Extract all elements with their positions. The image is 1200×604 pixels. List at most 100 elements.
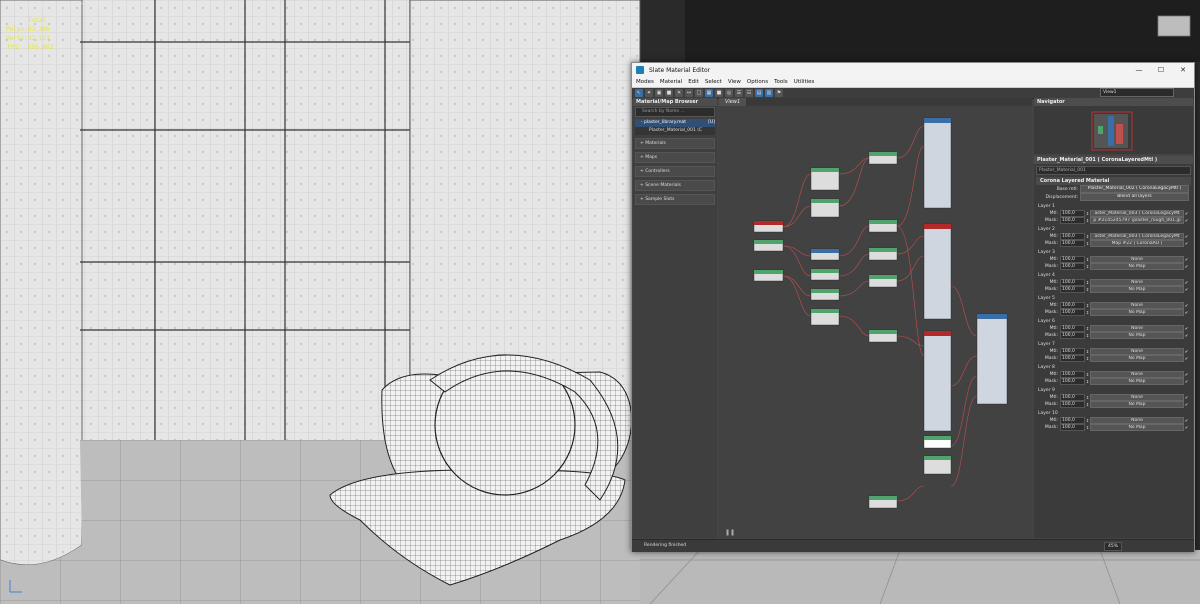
library-row[interactable]: - plaster_library.mat [U] <box>635 119 715 127</box>
hide-unused-icon[interactable]: □ <box>695 89 703 97</box>
layer-mtl-amount-input[interactable]: 100,0 <box>1060 348 1085 355</box>
layer-mask-amount-input[interactable]: 100,0 <box>1060 424 1085 431</box>
layer-mask-button[interactable]: No Map <box>1090 355 1184 362</box>
layer-mask-button[interactable]: Map #22 ( CoronaAO ) <box>1090 240 1184 247</box>
layer-mtl-amount-input[interactable]: 100,0 <box>1060 394 1085 401</box>
layer-mtl-amount-input[interactable]: 100,0 <box>1060 371 1085 378</box>
layer-mask-amount-input[interactable]: 100,0 <box>1060 332 1085 339</box>
layer-mask-amount-input[interactable]: 100,0 <box>1060 378 1085 385</box>
layer-mtl-checkbox[interactable]: ✔ <box>1184 326 1189 331</box>
layer-mtl-button[interactable]: None <box>1090 348 1184 355</box>
rollout-corona-layered[interactable]: Corona Layered Material <box>1036 177 1191 185</box>
layer-mask-amount-input[interactable]: 100,0 <box>1060 217 1085 224</box>
delete-icon[interactable]: ✕ <box>675 89 683 97</box>
navigator-minimap[interactable] <box>1034 106 1193 154</box>
layer-mask-checkbox[interactable]: ✔ <box>1184 333 1189 338</box>
layer-mtl-button[interactable]: aster_Material_003 ( CoronaLegacyMt <box>1090 233 1184 240</box>
layer-mask-button[interactable]: No Map <box>1090 332 1184 339</box>
layer-mtl-amount-input[interactable]: 100,0 <box>1060 233 1085 240</box>
layer-mask-checkbox[interactable]: ✔ <box>1184 356 1189 361</box>
assign-material-icon[interactable]: ■ <box>665 89 673 97</box>
layer-mask-amount-input[interactable]: 100,0 <box>1060 286 1085 293</box>
menu-edit[interactable]: Edit <box>688 79 699 85</box>
layer-mask-checkbox[interactable]: ✔ <box>1184 425 1189 430</box>
library-item[interactable]: Plaster_Material_001 (C <box>635 127 715 135</box>
layer-mask-amount-input[interactable]: 100,0 <box>1060 401 1085 408</box>
move-children-icon[interactable]: ↔ <box>685 89 693 97</box>
close-button[interactable]: ✕ <box>1172 66 1194 74</box>
select-tool-icon[interactable]: ↖ <box>635 89 643 97</box>
layer-mtl-amount-input[interactable]: 100,0 <box>1060 302 1085 309</box>
browser-search-input[interactable]: Search by Name ... <box>635 107 715 117</box>
layer-mask-checkbox[interactable]: ✔ <box>1184 218 1189 223</box>
layer-mtl-checkbox[interactable]: ✔ <box>1184 280 1189 285</box>
tab-view1[interactable]: View1 <box>719 98 747 106</box>
viewport-label[interactable]: [+] [Perspective] [Standard] [Edged Face… <box>4 2 133 9</box>
layer-mtl-button[interactable]: None <box>1090 371 1184 378</box>
section-materials[interactable]: + Materials <box>635 138 715 149</box>
layer-mtl-checkbox[interactable]: ✔ <box>1184 303 1189 308</box>
layer-mtl-amount-input[interactable]: 100,0 <box>1060 325 1085 332</box>
layer-mtl-checkbox[interactable]: ✔ <box>1184 257 1189 262</box>
layer-mask-button[interactable]: No Map <box>1090 424 1184 431</box>
browser-toggle-icon[interactable]: ▤ <box>755 89 763 97</box>
layer-mask-checkbox[interactable]: ✔ <box>1184 310 1189 315</box>
layer-mtl-button[interactable]: None <box>1090 302 1184 309</box>
layer-mtl-amount-input[interactable]: 100,0 <box>1060 279 1085 286</box>
layout-all-icon[interactable]: ☰ <box>735 89 743 97</box>
pick-material-icon[interactable]: ✦ <box>645 89 653 97</box>
put-material-icon[interactable]: ▣ <box>655 89 663 97</box>
menu-view[interactable]: View <box>728 79 741 85</box>
section-sample-slots[interactable]: + Sample Slots <box>635 194 715 205</box>
material-name-field[interactable]: Plaster_Material_001 <box>1036 166 1191 175</box>
layer-mtl-button[interactable]: None <box>1090 256 1184 263</box>
displacement-dropdown[interactable]: Blend all layers <box>1080 193 1189 201</box>
layer-mtl-button[interactable]: None <box>1090 325 1184 332</box>
layer-mtl-button[interactable]: None <box>1090 279 1184 286</box>
minimize-button[interactable]: — <box>1128 66 1150 74</box>
layer-mask-button[interactable]: No Map <box>1090 309 1184 316</box>
layer-mtl-checkbox[interactable]: ✔ <box>1184 372 1189 377</box>
layer-mask-button[interactable]: p #2145245797 (plaster_rough_001.jp <box>1090 217 1184 224</box>
node-graph[interactable]: ❚❚ <box>719 106 1032 538</box>
menu-material[interactable]: Material <box>660 79 682 85</box>
base-mtl-button[interactable]: Plaster_Material_002 ( CoronaLegacyMtl ) <box>1080 185 1189 193</box>
navigator-panel[interactable]: Navigator <box>1034 98 1193 154</box>
layer-mask-amount-input[interactable]: 100,0 <box>1060 240 1085 247</box>
layer-mask-amount-input[interactable]: 100,0 <box>1060 309 1085 316</box>
section-maps[interactable]: + Maps <box>635 152 715 163</box>
layer-mask-checkbox[interactable]: ✔ <box>1184 264 1189 269</box>
zoom-field[interactable]: 45% <box>1104 542 1122 551</box>
layer-mtl-button[interactable]: None <box>1090 394 1184 401</box>
menu-options[interactable]: Options <box>747 79 768 85</box>
layer-mtl-amount-input[interactable]: 100,0 <box>1060 417 1085 424</box>
menu-utilities[interactable]: Utilities <box>794 79 815 85</box>
node-view[interactable]: View1 ❚❚ <box>719 98 1032 538</box>
layer-mask-checkbox[interactable]: ✔ <box>1184 241 1189 246</box>
layer-mask-button[interactable]: No Map <box>1090 401 1184 408</box>
layer-mtl-checkbox[interactable]: ✔ <box>1184 418 1189 423</box>
title-bar[interactable]: Slate Material Editor — ☐ ✕ <box>632 63 1194 77</box>
layer-mask-amount-input[interactable]: 100,0 <box>1060 263 1085 270</box>
layer-mask-checkbox[interactable]: ✔ <box>1184 287 1189 292</box>
layer-mtl-amount-input[interactable]: 100,0 <box>1060 210 1085 217</box>
section-scene-materials[interactable]: + Scene Materials <box>635 180 715 191</box>
layout-children-icon[interactable]: ☷ <box>745 89 753 97</box>
layer-mask-button[interactable]: No Map <box>1090 263 1184 270</box>
show-background-icon[interactable]: ■ <box>715 89 723 97</box>
layer-mtl-button[interactable]: aster_Material_003 ( CoronaLegacyMt <box>1090 210 1184 217</box>
menu-tools[interactable]: Tools <box>774 79 788 85</box>
layer-mtl-checkbox[interactable]: ✔ <box>1184 211 1189 216</box>
layer-mtl-checkbox[interactable]: ✔ <box>1184 234 1189 239</box>
maximize-button[interactable]: ☐ <box>1150 66 1172 74</box>
layer-mtl-checkbox[interactable]: ✔ <box>1184 349 1189 354</box>
layer-mask-amount-input[interactable]: 100,0 <box>1060 355 1085 362</box>
navigator-icon[interactable]: ⚑ <box>775 89 783 97</box>
background-icon[interactable]: ◎ <box>725 89 733 97</box>
params-toggle-icon[interactable]: ▥ <box>765 89 773 97</box>
section-controllers[interactable]: + Controllers <box>635 166 715 177</box>
layer-mask-button[interactable]: No Map <box>1090 378 1184 385</box>
menu-select[interactable]: Select <box>705 79 722 85</box>
view-select[interactable]: View1 <box>1100 88 1174 97</box>
layer-mask-checkbox[interactable]: ✔ <box>1184 402 1189 407</box>
